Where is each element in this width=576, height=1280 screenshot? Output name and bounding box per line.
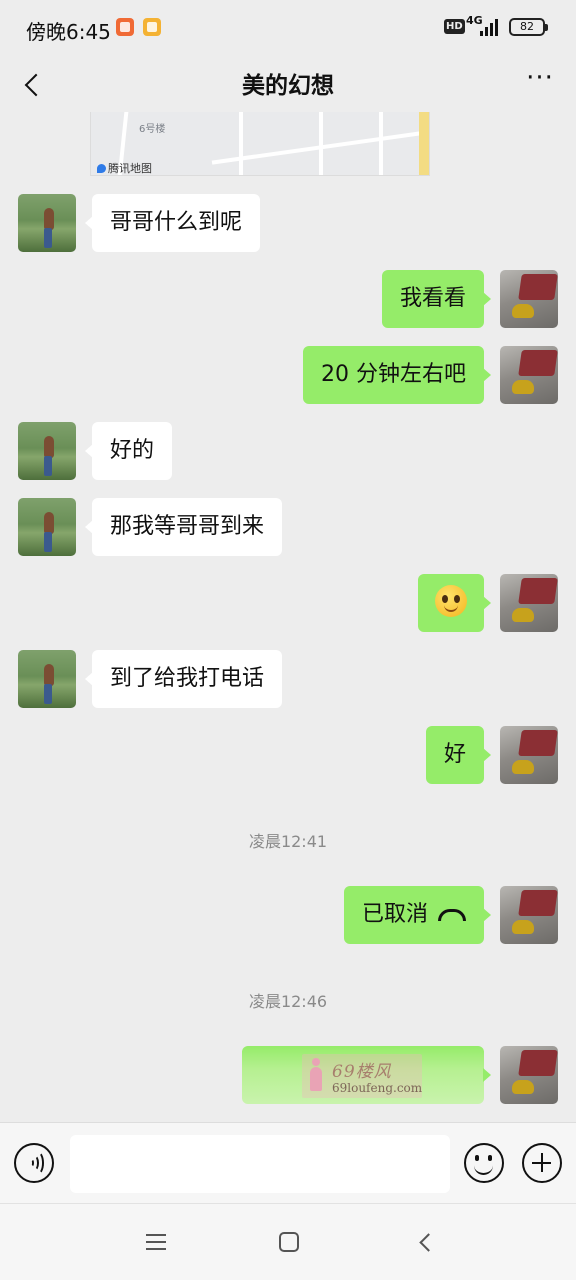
status-bar: 傍晚6:45 HD 4G 82 xyxy=(0,0,576,56)
message-bubble-outgoing[interactable] xyxy=(418,574,491,632)
message-input[interactable] xyxy=(70,1135,450,1193)
input-bar xyxy=(0,1122,576,1204)
back-icon[interactable] xyxy=(416,1232,436,1252)
smiley-emoji-icon xyxy=(435,585,467,617)
hd-icon: HD xyxy=(444,19,465,34)
message-timestamp: 凌晨12:46 xyxy=(248,992,328,1011)
status-time: 傍晚6:45 xyxy=(26,20,111,44)
my-avatar[interactable] xyxy=(500,726,558,784)
message-bubble-incoming[interactable]: 那我等哥哥到来 xyxy=(84,498,283,556)
voice-icon[interactable] xyxy=(14,1143,54,1183)
contact-avatar[interactable] xyxy=(18,422,76,480)
call-record-bubble[interactable]: 已取消 xyxy=(343,886,492,944)
message-bubble-incoming[interactable]: 到了给我打电话 xyxy=(84,650,283,708)
call-status-text: 已取消 xyxy=(361,902,428,927)
figure-icon xyxy=(308,1058,324,1094)
message-bubble-incoming[interactable]: 哥哥什么到呢 xyxy=(84,194,261,252)
system-nav-bar xyxy=(0,1204,576,1280)
message-bubble-incoming[interactable]: 好的 xyxy=(84,422,173,480)
home-icon[interactable] xyxy=(279,1232,299,1252)
message-bubble-outgoing[interactable]: 好 xyxy=(425,726,492,784)
message-bubble-outgoing[interactable]: 我看看 xyxy=(381,270,492,328)
sticker-message[interactable]: 69楼风 69loufeng.com xyxy=(242,1046,491,1104)
tencent-map-icon xyxy=(97,164,106,173)
chat-title: 美的幻想 xyxy=(242,73,334,99)
contact-avatar[interactable] xyxy=(18,194,76,252)
message-timestamp: 凌晨12:41 xyxy=(248,832,328,851)
signal-icon xyxy=(480,18,502,36)
notification-icon xyxy=(143,18,161,36)
my-avatar[interactable] xyxy=(500,1046,558,1104)
chat-header: 美的幻想 ··· xyxy=(0,56,576,112)
my-avatar[interactable] xyxy=(500,574,558,632)
battery-icon: 82 xyxy=(509,18,548,36)
menu-icon[interactable] xyxy=(146,1234,166,1250)
plus-icon[interactable] xyxy=(522,1143,562,1183)
contact-avatar[interactable] xyxy=(18,498,76,556)
contact-avatar[interactable] xyxy=(18,650,76,708)
location-map-card[interactable]: 6号楼 腾讯地图 xyxy=(90,112,430,176)
notification-icon xyxy=(116,18,134,36)
map-brand: 腾讯地图 xyxy=(97,160,152,175)
message-bubble-outgoing[interactable]: 20 分钟左右吧 xyxy=(303,346,491,404)
my-avatar[interactable] xyxy=(500,346,558,404)
emoji-icon[interactable] xyxy=(464,1143,504,1183)
more-options-button[interactable]: ··· xyxy=(522,65,558,100)
my-avatar[interactable] xyxy=(500,270,558,328)
phone-hangup-icon xyxy=(438,909,466,921)
my-avatar[interactable] xyxy=(500,886,558,944)
chat-messages[interactable]: 6号楼 腾讯地图 哥哥什么到呢 我看看 20 分钟左右吧 好的 那我等哥哥到来 … xyxy=(0,112,576,1122)
map-building-label: 6号楼 xyxy=(139,124,166,135)
watermark-logo: 69楼风 69loufeng.com xyxy=(302,1054,422,1098)
